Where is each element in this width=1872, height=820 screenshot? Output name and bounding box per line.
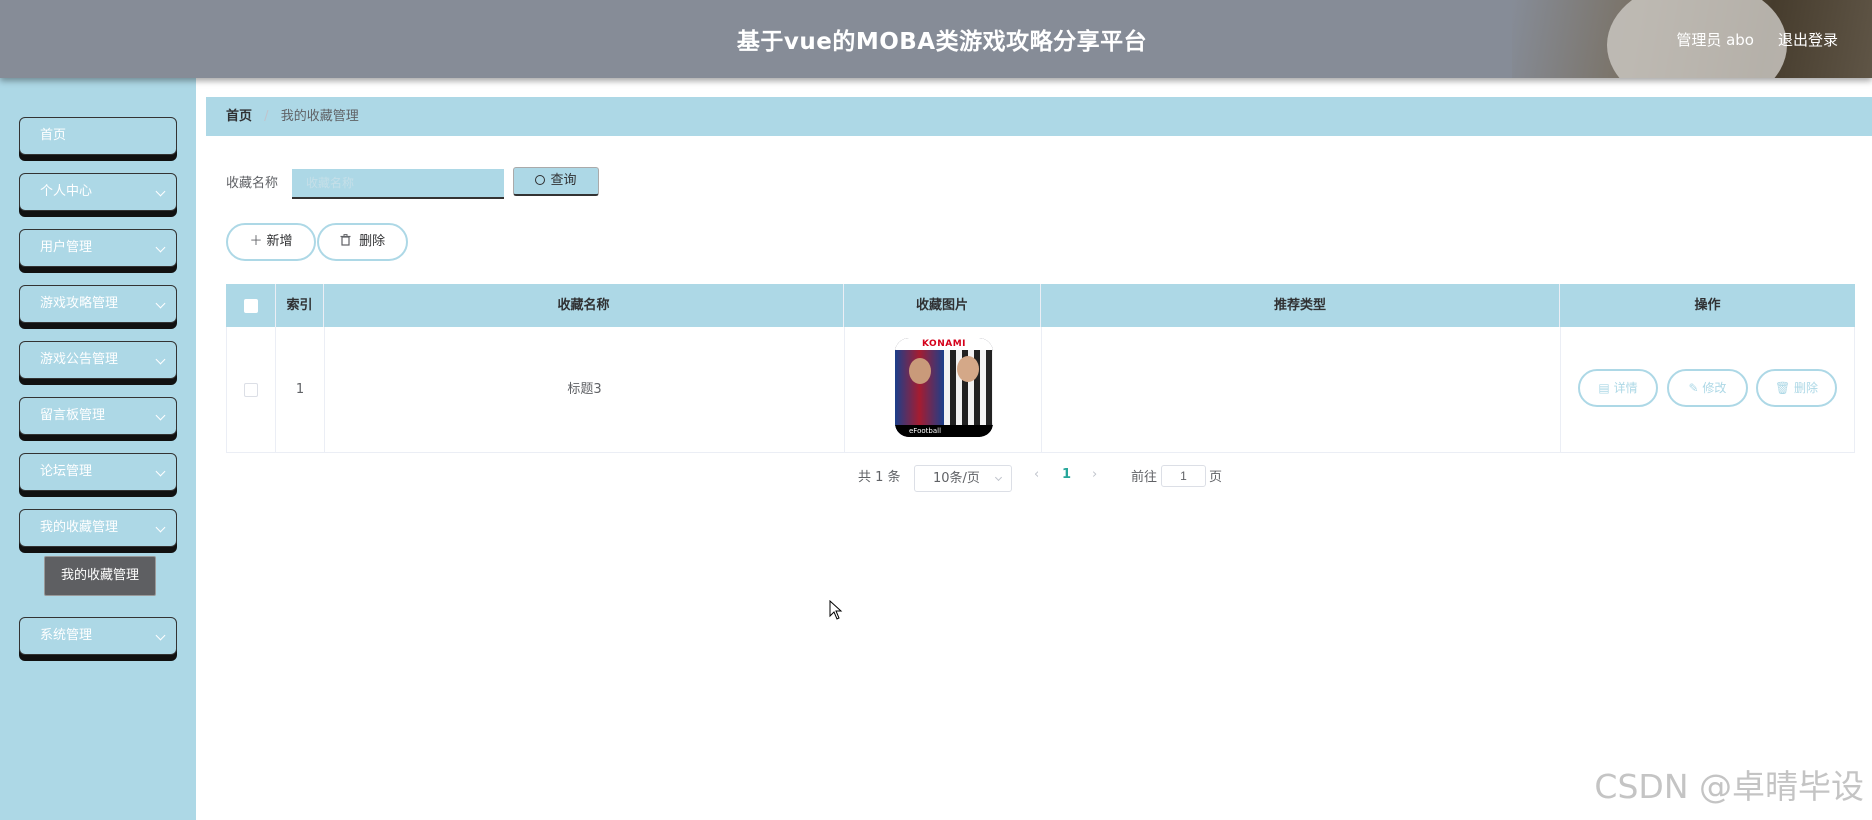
edit-button[interactable]: ✎ 修改: [1667, 369, 1748, 407]
add-button[interactable]: ＋新增: [226, 223, 316, 261]
header-operations: 操作: [1694, 298, 1721, 313]
search-label: 收藏名称: [226, 176, 279, 191]
delete-button[interactable]: 删除: [317, 223, 408, 261]
favorite-thumbnail[interactable]: KONAMI eFootball: [895, 338, 993, 437]
sidebar: 首页 个人中心 用户管理 游戏攻略管理 游戏公告管理 留言板管理 论坛管理 我的…: [0, 78, 196, 820]
detail-button[interactable]: ▤ 详情: [1578, 369, 1658, 407]
sidebar-item-label: 论坛管理: [40, 464, 93, 479]
row-recommend-type: [1042, 327, 1561, 453]
row-select-cell: [227, 327, 276, 453]
row-image-cell: KONAMI eFootball: [845, 327, 1042, 453]
search-icon: [535, 175, 546, 185]
query-button[interactable]: 查询: [513, 167, 599, 196]
delete-button-label: 删除: [359, 234, 386, 249]
checkbox[interactable]: [244, 382, 258, 397]
app-title: 基于vue的MOBA类游戏攻略分享平台: [736, 29, 1148, 55]
logout-link[interactable]: 退出登录: [1778, 29, 1838, 50]
pagination-total: 共 1 条: [858, 470, 901, 485]
chevron-down-icon: [155, 354, 166, 365]
sidebar-item-label: 游戏攻略管理: [40, 296, 119, 311]
sidebar-item-message-board[interactable]: 留言板管理: [19, 397, 177, 435]
mouse-cursor-icon: [829, 600, 843, 620]
page-size-label: 10条/页: [933, 471, 980, 486]
sidebar-item-my-favorites[interactable]: 我的收藏管理: [19, 509, 177, 547]
breadcrumb-home[interactable]: 首页: [226, 109, 252, 124]
header-name: 收藏名称: [324, 284, 844, 327]
trash-icon: [340, 234, 355, 249]
header-recommend-type: 推荐类型: [1041, 284, 1560, 327]
admin-user-label: 管理员 abo: [1676, 31, 1754, 49]
prev-page-button[interactable]: ‹: [1034, 467, 1039, 482]
sidebar-item-system[interactable]: 系统管理: [19, 617, 177, 655]
thumbnail-brand-text: KONAMI: [895, 338, 993, 350]
sidebar-item-label: 系统管理: [40, 628, 93, 643]
chevron-down-icon: [155, 186, 166, 197]
chevron-down-icon: [155, 630, 166, 641]
row-name: 标题3: [325, 327, 845, 453]
detail-button-label: 详情: [1613, 381, 1638, 395]
sidebar-item-users[interactable]: 用户管理: [19, 229, 177, 267]
sidebar-item-home[interactable]: 首页: [19, 117, 177, 155]
page-size-select[interactable]: 10条/页: [914, 465, 1012, 492]
thumbnail-game-text: eFootball: [895, 425, 993, 437]
header-select-all[interactable]: [226, 284, 276, 327]
table-row: 1 标题3 KONAMI eFootball ▤ 详情 ✎ 修改 🗑 删除: [226, 327, 1855, 453]
chevron-down-icon: [155, 522, 166, 533]
watermark: CSDN @卓晴毕设: [1594, 767, 1864, 806]
sidebar-item-label: 我的收藏管理: [40, 520, 119, 535]
sidebar-item-game-guides[interactable]: 游戏攻略管理: [19, 285, 177, 323]
breadcrumb: 首页 / 我的收藏管理: [206, 97, 1872, 136]
sidebar-item-label: 留言板管理: [40, 408, 106, 423]
top-header: 基于vue的MOBA类游戏攻略分享平台 管理员 abo 退出登录: [0, 0, 1872, 78]
row-index: 1: [276, 327, 325, 453]
submenu-item-my-favorites[interactable]: 我的收藏管理: [44, 556, 156, 596]
trash-icon: 🗑: [1774, 381, 1795, 395]
chevron-down-icon: [155, 298, 166, 309]
sidebar-item-label: 首页: [40, 128, 67, 143]
goto-label: 前往: [1131, 470, 1158, 485]
plus-icon: ＋: [249, 234, 263, 249]
checkbox[interactable]: [243, 298, 258, 313]
page-suffix: 页: [1209, 470, 1223, 485]
sidebar-item-label: 游戏公告管理: [40, 352, 119, 367]
page-number[interactable]: 1: [1062, 467, 1071, 482]
table-header: 索引 收藏名称 收藏图片 推荐类型 操作: [226, 284, 1855, 327]
row-operations: ▤ 详情 ✎ 修改 🗑 删除: [1561, 327, 1855, 453]
edit-button-label: 修改: [1702, 381, 1727, 395]
chevron-down-icon: [155, 410, 166, 421]
header-image: 收藏图片: [844, 284, 1041, 327]
header-index: 索引: [276, 284, 324, 327]
sidebar-item-game-announcements[interactable]: 游戏公告管理: [19, 341, 177, 379]
sidebar-item-forum[interactable]: 论坛管理: [19, 453, 177, 491]
query-button-label: 查询: [550, 173, 577, 188]
chevron-down-icon: [155, 466, 166, 477]
breadcrumb-separator: /: [264, 109, 269, 124]
pencil-icon: ✎: [1688, 381, 1703, 395]
sidebar-item-personal-center[interactable]: 个人中心: [19, 173, 177, 211]
sidebar-item-label: 用户管理: [40, 240, 93, 255]
row-delete-button-label: 删除: [1794, 381, 1819, 395]
next-page-button[interactable]: ›: [1092, 467, 1097, 482]
chevron-down-icon: [155, 242, 166, 253]
breadcrumb-current: 我的收藏管理: [280, 109, 359, 124]
goto-page-input[interactable]: [1161, 465, 1206, 487]
row-delete-button[interactable]: 🗑 删除: [1756, 369, 1837, 407]
sidebar-item-label: 个人中心: [40, 184, 93, 199]
chevron-down-icon: [994, 473, 1003, 482]
document-icon: ▤: [1598, 381, 1614, 395]
search-input[interactable]: [292, 169, 504, 199]
add-button-label: 新增: [266, 234, 293, 249]
